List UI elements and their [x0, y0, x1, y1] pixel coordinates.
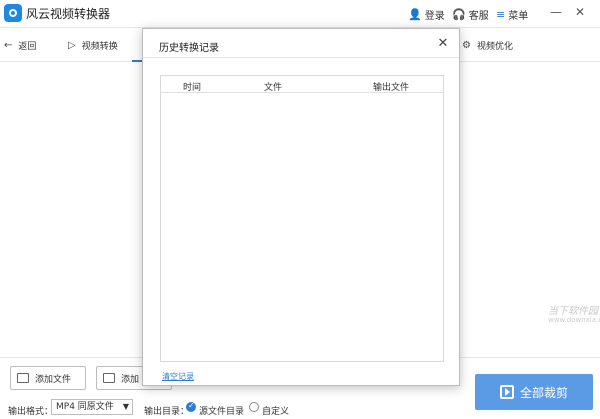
service-button[interactable]: 🎧 客服	[452, 7, 489, 22]
output-format-label: 输出格式：	[8, 407, 54, 417]
play-icon: ▷	[68, 40, 76, 51]
back-label: 返回	[18, 42, 37, 52]
headset-icon: 🎧	[452, 8, 466, 21]
tab-video-convert-label: 视频转换	[81, 42, 118, 52]
watermark-url: www.downxia.com	[548, 316, 600, 324]
tab-video-optimize-label: 视频优化	[476, 42, 513, 52]
radio-custom-dir-label: 自定义	[262, 407, 290, 417]
hamburger-icon: ≡	[496, 8, 506, 21]
app-logo-icon	[4, 4, 22, 22]
menu-button[interactable]: ≡ 菜单	[496, 7, 528, 22]
user-icon: 👤	[408, 8, 422, 21]
radio-source-dir-label: 源文件目录	[199, 407, 245, 417]
clear-history-link[interactable]: 清空记录	[162, 371, 194, 382]
service-label: 客服	[468, 11, 489, 22]
tab-video-convert[interactable]: ▷ 视频转换	[68, 39, 118, 52]
login-label: 登录	[424, 11, 445, 22]
folder-icon	[103, 373, 115, 383]
column-header-file: 文件	[264, 83, 283, 93]
radio-custom-dir[interactable]	[249, 402, 259, 412]
chevron-down-icon: ▼	[122, 402, 129, 411]
title-bar: 风云视频转换器 👤 登录 🎧 客服 ≡ 菜单 — ✕	[0, 0, 600, 28]
back-button[interactable]: ← 返回	[4, 39, 36, 52]
add-file-label: 添加文件	[35, 374, 72, 385]
minimize-button[interactable]: —	[548, 4, 564, 20]
add-file-button[interactable]: 添加文件	[10, 366, 86, 390]
login-button[interactable]: 👤 登录	[408, 7, 445, 22]
history-table: 时间 文件 输出文件	[160, 75, 444, 362]
file-icon	[17, 373, 29, 383]
watermark-brand: 当下软件园	[548, 306, 598, 317]
convert-all-label: 全部裁剪	[519, 385, 568, 400]
column-header-output: 输出文件	[373, 83, 410, 93]
radio-source-dir[interactable]	[186, 401, 196, 412]
close-window-button[interactable]: ✕	[572, 4, 588, 20]
history-dialog: 历史转换记录 ✕ 时间 文件 输出文件 清空记录	[142, 28, 460, 386]
output-format-value: MP4 同原文件	[56, 402, 114, 412]
close-icon[interactable]: ✕	[435, 36, 451, 52]
dialog-divider	[143, 57, 459, 58]
convert-all-button[interactable]: 全部裁剪	[475, 374, 593, 410]
table-header: 时间 文件 输出文件	[161, 76, 443, 93]
add-folder-label: 添加	[121, 374, 140, 385]
app-title: 风云视频转换器	[26, 7, 111, 21]
output-dir-label: 输出目录：	[144, 407, 190, 417]
tab-video-optimize[interactable]: ⚙ 视频优化	[462, 39, 513, 52]
dialog-title: 历史转换记录	[159, 43, 219, 54]
column-header-time: 时间	[183, 83, 202, 93]
play-icon	[499, 385, 514, 399]
arrow-left-icon: ←	[4, 40, 13, 51]
output-format-select[interactable]: MP4 同原文件 ▼	[51, 399, 133, 415]
menu-label: 菜单	[508, 11, 529, 22]
gear-icon: ⚙	[462, 40, 471, 51]
